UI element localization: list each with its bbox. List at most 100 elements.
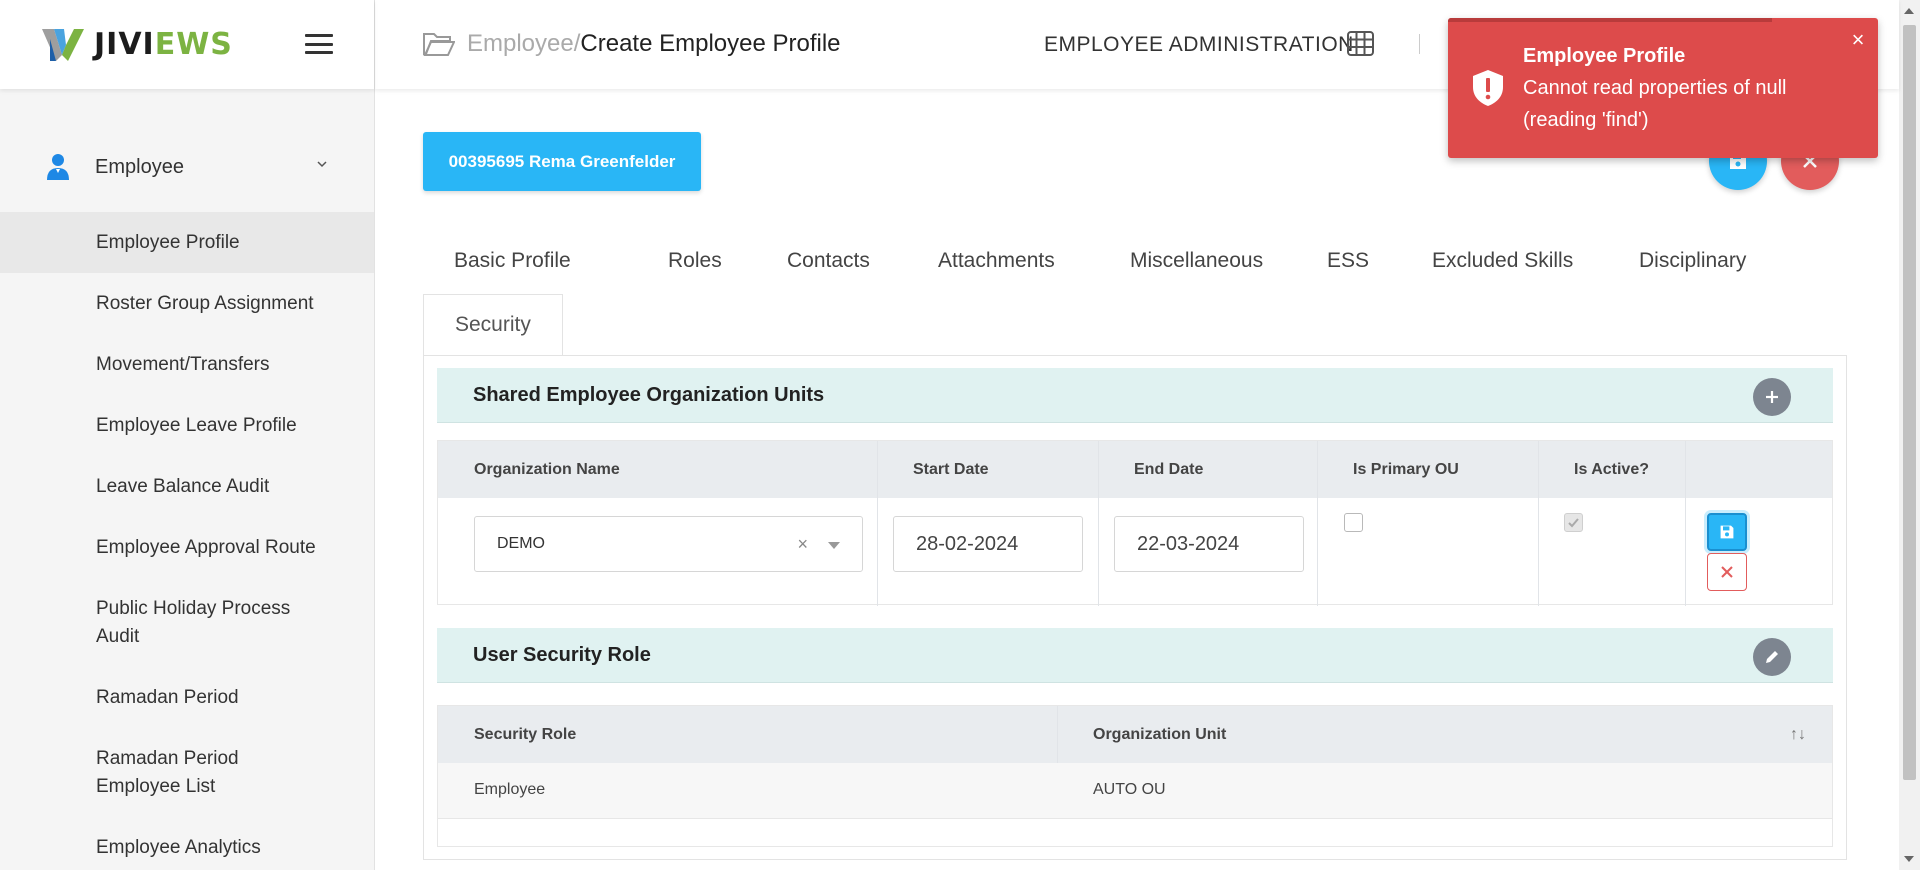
tab-attachments[interactable]: Attachments: [907, 230, 1086, 291]
scroll-down-arrow[interactable]: [1904, 856, 1914, 862]
logo-text: JIVIEWS: [94, 27, 233, 62]
sidebar-item-employee-analytics[interactable]: Employee Analytics: [0, 817, 374, 870]
tab-excluded-skills[interactable]: Excluded Skills: [1401, 230, 1604, 291]
sidebar-item-label: Ramadan Period Employee List: [96, 747, 239, 797]
sidebar-item-label: Ramadan Period: [96, 686, 239, 708]
sidebar-item-label: Movement/Transfers: [96, 353, 270, 375]
tab-roles[interactable]: Roles: [637, 230, 753, 291]
person-icon: [47, 154, 69, 180]
table-header: Organization Name Start Date End Date Is…: [438, 441, 1832, 498]
breadcrumb-parent[interactable]: Employee/: [467, 30, 580, 58]
pencil-icon: [1766, 651, 1778, 663]
sidebar-items: Employee Profile Roster Group Assignment…: [0, 212, 374, 870]
sidebar-group-employee[interactable]: Employee: [0, 132, 374, 202]
column-divider: [1538, 441, 1539, 606]
toast-close-button[interactable]: ×: [1846, 27, 1870, 52]
error-toast: Employee Profile Cannot read properties …: [1448, 18, 1878, 158]
column-header[interactable]: Security Role: [438, 706, 576, 763]
sidebar: JIVIEWS Employee Employee Profile Roster…: [0, 0, 375, 870]
grid-icon[interactable]: [1347, 31, 1374, 56]
column-divider: [1098, 441, 1099, 606]
sidebar-item-ramadan-period-employee-list[interactable]: Ramadan Period Employee List: [0, 728, 374, 817]
table-header: Security Role Organization Unit ↑↓: [438, 706, 1832, 763]
column-header: Is Primary OU: [1353, 460, 1459, 478]
clear-selection-icon[interactable]: ×: [797, 534, 808, 555]
close-icon: [1721, 566, 1733, 578]
is-primary-checkbox[interactable]: [1344, 513, 1363, 532]
header-divider: [1419, 34, 1420, 54]
toast-title: Employee Profile: [1523, 45, 1686, 67]
is-active-checkbox[interactable]: [1564, 513, 1583, 532]
sidebar-item-ramadan-period[interactable]: Ramadan Period: [0, 667, 374, 728]
sidebar-item-label: Roster Group Assignment: [96, 292, 314, 314]
sidebar-item-label: Employee Analytics: [96, 836, 261, 858]
organization-select[interactable]: DEMO ×: [474, 516, 863, 572]
column-header: Organization Name: [474, 460, 620, 478]
shield-alert-icon: [1473, 70, 1503, 106]
sidebar-item-employee-profile[interactable]: Employee Profile: [0, 212, 374, 273]
scroll-up-arrow[interactable]: [1904, 8, 1914, 14]
dropdown-caret-icon[interactable]: [828, 542, 840, 549]
employee-chip-button[interactable]: 00395695 Rema Greenfelder: [423, 132, 701, 191]
sidebar-item-employee-leave-profile[interactable]: Employee Leave Profile: [0, 395, 374, 456]
hamburger-line: [305, 42, 333, 46]
toast-progress-bar: [1448, 18, 1772, 22]
sidebar-group-label: Employee: [95, 155, 184, 178]
sidebar-item-label: Employee Profile: [96, 231, 240, 253]
row-cancel-button[interactable]: [1707, 553, 1747, 591]
page-scrollbar[interactable]: [1899, 0, 1920, 870]
hamburger-line: [305, 34, 333, 37]
logo-icon: [42, 28, 84, 61]
user-security-role-table: Security Role Organization Unit ↑↓ Emplo…: [437, 705, 1833, 847]
column-header: Is Active?: [1574, 460, 1649, 478]
shared-ou-header: Shared Employee Organization Units: [437, 368, 1833, 423]
sidebar-item-label: Leave Balance Audit: [96, 475, 270, 497]
tab-basic-profile[interactable]: Basic Profile: [423, 230, 602, 291]
organization-unit-cell: AUTO OU: [1093, 781, 1166, 798]
logo-bar: JIVIEWS: [0, 0, 374, 89]
sidebar-item-employee-approval-route[interactable]: Employee Approval Route: [0, 517, 374, 578]
row-save-button[interactable]: [1707, 513, 1747, 551]
tab-security[interactable]: Security: [423, 294, 563, 356]
start-date-input[interactable]: 28-02-2024: [893, 516, 1083, 572]
breadcrumb-current: Create Employee Profile: [580, 30, 841, 57]
sidebar-item-movement-transfers[interactable]: Movement/Transfers: [0, 334, 374, 395]
toast-message: Cannot read properties of null (reading …: [1523, 77, 1787, 131]
column-header: Start Date: [913, 460, 989, 478]
sidebar-item-roster-group-assignment[interactable]: Roster Group Assignment: [0, 273, 374, 334]
sidebar-item-label: Employee Leave Profile: [96, 414, 297, 436]
checkmark-icon: [1568, 518, 1579, 528]
breadcrumb: Employee/Create Employee Profile: [423, 30, 841, 58]
chevron-down-icon: [317, 161, 327, 168]
column-divider: [1317, 441, 1318, 606]
tab-miscellaneous[interactable]: Miscellaneous: [1099, 230, 1294, 291]
user-security-role-header: User Security Role: [437, 628, 1833, 683]
plus-icon: [1766, 391, 1778, 403]
organization-select-value: DEMO: [497, 535, 545, 552]
security-role-cell: Employee: [474, 781, 546, 798]
section-title: Shared Employee Organization Units: [473, 383, 825, 406]
table-row[interactable]: Employee AUTO OU: [438, 763, 1832, 819]
column-divider: [877, 441, 878, 606]
sidebar-item-public-holiday-process-audit[interactable]: Public Holiday Process Audit: [0, 578, 374, 667]
sidebar-item-label: Public Holiday Process Audit: [96, 597, 291, 647]
module-title: EMPLOYEE ADMINISTRATION: [1044, 33, 1354, 56]
sidebar-item-leave-balance-audit[interactable]: Leave Balance Audit: [0, 456, 374, 517]
edit-button[interactable]: [1753, 638, 1791, 676]
menu-toggle-button[interactable]: [305, 34, 333, 54]
save-icon: [1720, 525, 1734, 539]
tab-disciplinary[interactable]: Disciplinary: [1608, 230, 1777, 291]
column-header[interactable]: Organization Unit: [1057, 706, 1226, 763]
end-date-input[interactable]: 22-03-2024: [1114, 516, 1304, 572]
column-header: End Date: [1134, 460, 1204, 478]
section-title: User Security Role: [473, 643, 651, 666]
hamburger-line: [305, 51, 333, 54]
folder-open-icon: [423, 33, 455, 56]
add-row-button[interactable]: [1753, 378, 1791, 416]
tab-contacts[interactable]: Contacts: [756, 230, 901, 291]
sort-icon[interactable]: ↑↓: [1790, 706, 1806, 763]
sidebar-item-label: Employee Approval Route: [96, 536, 316, 558]
column-divider: [1685, 441, 1686, 606]
tab-ess[interactable]: ESS: [1296, 230, 1400, 291]
scroll-thumb[interactable]: [1903, 25, 1916, 780]
